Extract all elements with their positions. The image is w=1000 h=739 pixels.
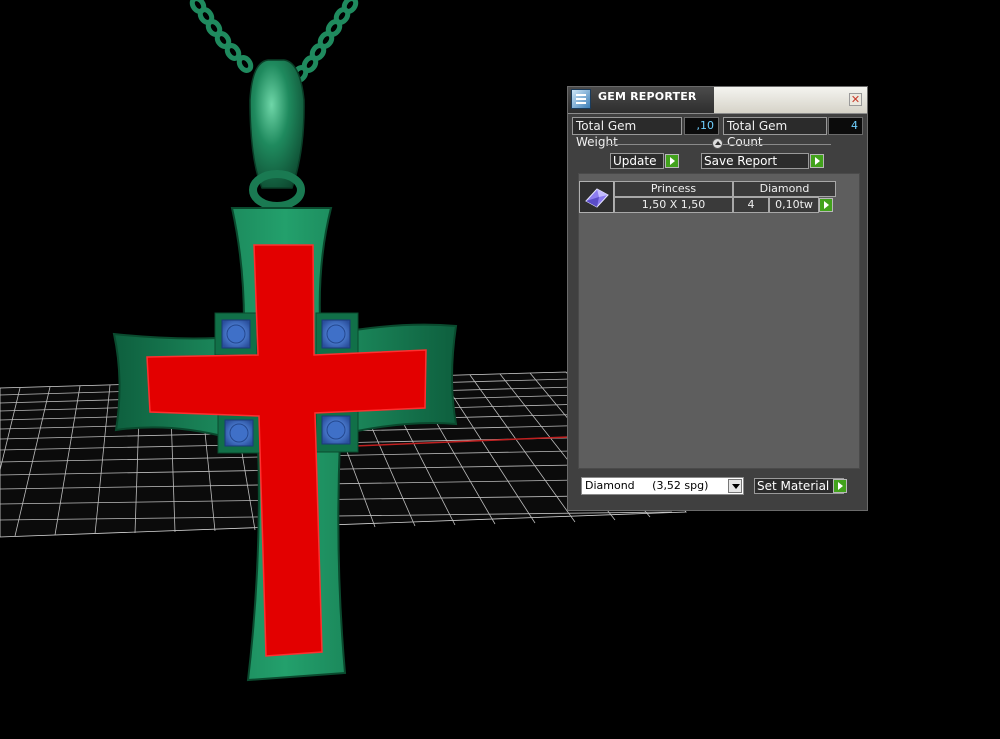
close-icon[interactable]: ✕: [849, 93, 862, 106]
title-tab: GEM REPORTER: [568, 87, 714, 113]
panel-titlebar[interactable]: GEM REPORTER ✕: [568, 87, 867, 114]
gem-row-go-icon[interactable]: [819, 198, 833, 212]
gem-reporter-panel: GEM REPORTER ✕ Total Gem Weight ,10 Tota…: [567, 86, 868, 511]
header-cut: Princess: [614, 181, 733, 197]
panel-title: GEM REPORTER: [598, 90, 697, 103]
material-select-value: Diamond (3,52 spg): [585, 479, 709, 492]
material-select[interactable]: Diamond (3,52 spg): [581, 477, 744, 495]
gem-size-cell: 1,50 X 1,50: [614, 197, 733, 213]
pendant-bail: [249, 59, 305, 189]
gem-weight-cell: 0,10tw: [769, 197, 819, 213]
total-gem-weight-label: Total Gem Weight: [572, 117, 682, 149]
gem-princess-icon[interactable]: [579, 181, 614, 213]
dropdown-arrow-icon[interactable]: [728, 479, 742, 493]
update-go-icon[interactable]: [665, 154, 679, 168]
set-material-button[interactable]: Set Material: [754, 478, 844, 494]
set-material-go-icon[interactable]: [833, 479, 847, 493]
gem-count-cell: 4: [733, 197, 769, 213]
gem-list[interactable]: Princess Diamond 1,50 X 1,50 4 0,10tw: [578, 173, 860, 469]
save-report-go-icon[interactable]: [810, 154, 824, 168]
header-material: Diamond: [733, 181, 836, 197]
app-icon: [571, 89, 591, 109]
total-gem-count-label: Total Gem Count: [723, 117, 827, 149]
slider-knob-icon[interactable]: [712, 138, 723, 149]
total-gem-count-value: 4: [828, 117, 863, 135]
save-report-button[interactable]: Save Report: [701, 153, 809, 169]
update-button[interactable]: Update: [610, 153, 664, 169]
total-gem-weight-value: ,10: [684, 117, 719, 135]
